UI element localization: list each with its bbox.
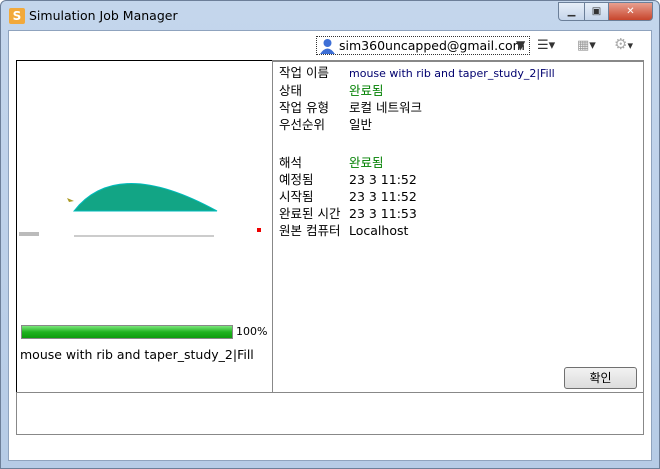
preview-panel: 100% mouse with rib and taper_study_2|Fi…: [16, 60, 273, 393]
progress-fill: [22, 326, 232, 338]
chevron-down-icon[interactable]: ▼: [516, 38, 525, 52]
user-email: sim360uncapped@gmail.com: [339, 38, 525, 53]
layout-icon[interactable]: ▦▾: [577, 38, 596, 53]
gear-icon[interactable]: ⚙▾: [614, 35, 633, 53]
close-button[interactable]: ✕: [608, 2, 653, 21]
job-caption: mouse with rib and taper_study_2|Fill: [20, 347, 254, 362]
progress-percent: 100%: [236, 325, 268, 338]
detail-row-job-name: 작업 이름 mouse with rib and taper_study_2|Fi…: [279, 65, 555, 80]
user-icon: [320, 39, 335, 54]
job-details-panel: 작업 이름 mouse with rib and taper_study_2|Fi…: [272, 60, 644, 393]
maximize-button[interactable]: ▣: [584, 2, 609, 21]
detail-row-priority: 우선순위 일반: [279, 117, 373, 132]
user-account-dropdown[interactable]: sim360uncapped@gmail.com: [316, 36, 530, 55]
ok-button[interactable]: 확인: [564, 367, 637, 389]
bottom-panel: [16, 392, 644, 435]
window-title: Simulation Job Manager: [29, 8, 178, 23]
app-icon: S: [9, 8, 25, 24]
minimize-button[interactable]: ▁: [558, 2, 585, 21]
detail-row-source-computer: 원본 컴퓨터 Localhost: [279, 223, 409, 238]
model-preview-image: [19, 183, 261, 237]
list-view-icon[interactable]: ☰▾: [537, 38, 555, 53]
progress-bar: [21, 325, 233, 339]
